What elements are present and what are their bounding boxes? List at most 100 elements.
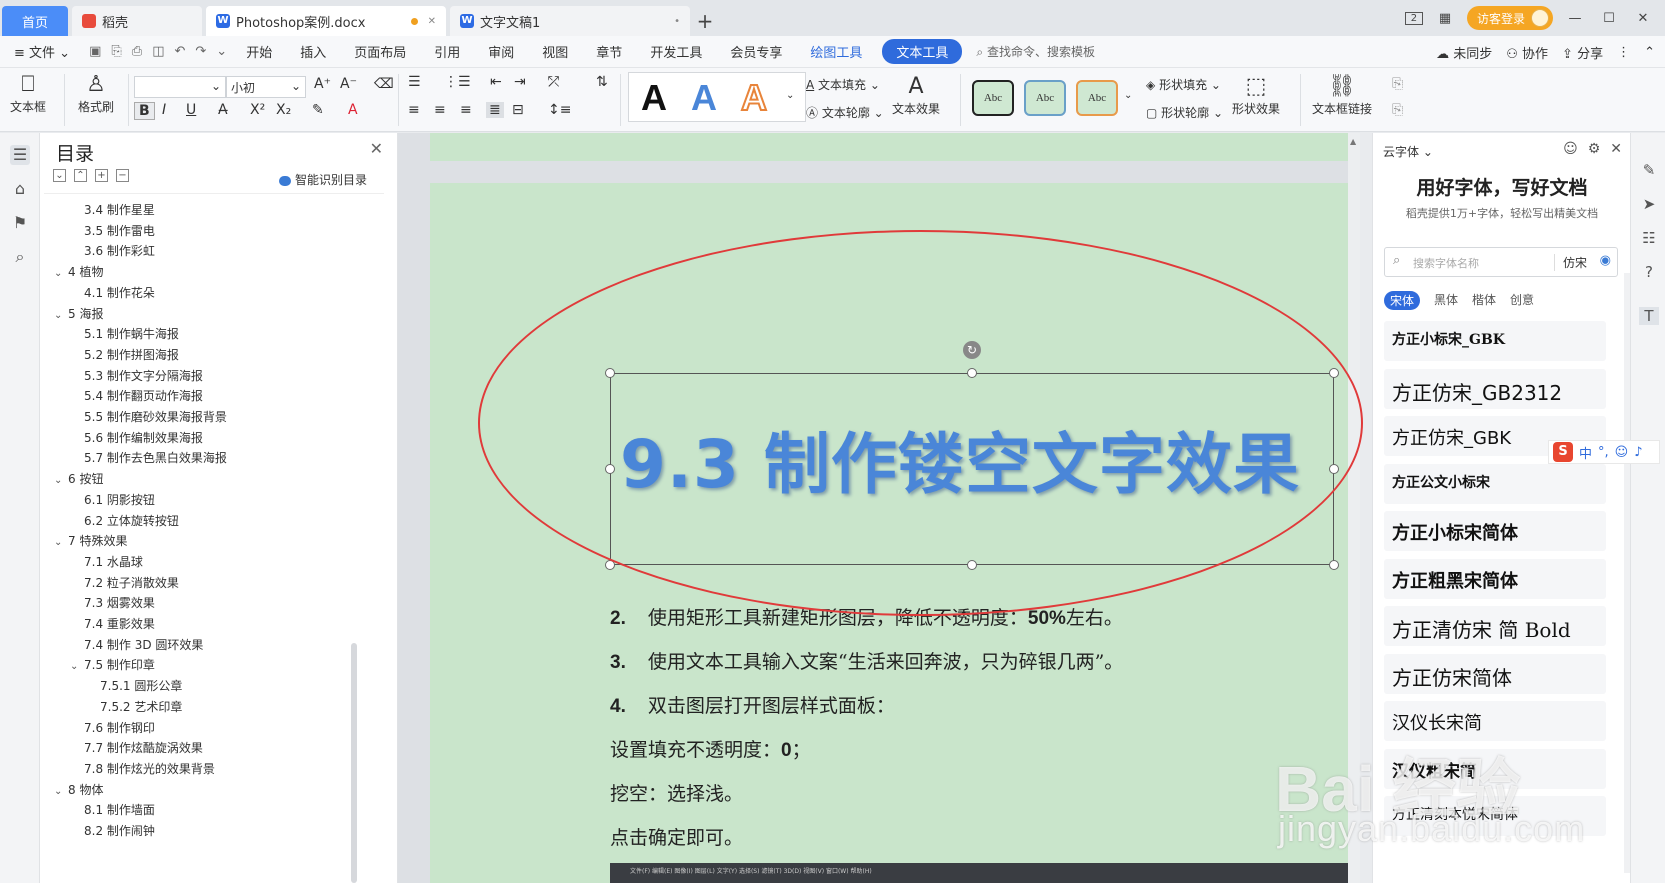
paragraph-5[interactable]: 设置填充不透明度：0；: [610, 735, 811, 762]
more-icon[interactable]: ⌄: [211, 44, 232, 59]
tab-docer[interactable]: 稻壳: [72, 6, 202, 36]
menu-draw-tool[interactable]: 绘图工具: [796, 42, 876, 61]
distribute-icon[interactable]: ⊟: [512, 102, 524, 118]
line-spacing-icon[interactable]: ↕≡: [548, 102, 571, 118]
underline-icon[interactable]: U: [186, 102, 196, 118]
back-link-icon[interactable]: ⎘: [1392, 102, 1403, 118]
shape-style-2[interactable]: Abc: [1024, 80, 1066, 116]
align-center-icon[interactable]: ≡: [434, 102, 446, 118]
paragraph-6[interactable]: 挖空：选择浅。: [610, 779, 743, 806]
scroll-up-icon[interactable]: ▲: [1350, 137, 1356, 146]
text-style-orange-outline[interactable]: A: [740, 76, 768, 119]
subscript-icon[interactable]: X₂: [276, 102, 291, 118]
text-outline-button[interactable]: Ⓐ 文本轮廓 ⌄: [806, 104, 884, 121]
resize-handle[interactable]: [605, 560, 615, 570]
toc-item[interactable]: 5.7 制作去色黑白效果海报: [70, 448, 227, 468]
rotate-icon[interactable]: ↻: [963, 341, 981, 359]
paragraph-3[interactable]: 3. 使用文本工具输入文案“生活来回奔波，只为碎银几两”。: [610, 647, 1123, 674]
numbered-list-icon[interactable]: ⋮☰: [444, 74, 471, 90]
guest-login-button[interactable]: 访客登录: [1466, 6, 1553, 30]
minimize-icon[interactable]: —: [1563, 11, 1587, 26]
resize-handle[interactable]: [1329, 464, 1339, 474]
toc-item[interactable]: 7.1 水晶球: [70, 552, 143, 572]
shape-fill-button[interactable]: ◈ 形状填充 ⌄: [1146, 76, 1221, 93]
toc-item[interactable]: 7.7 制作炫酷旋涡效果: [70, 738, 203, 758]
resize-handle[interactable]: [1329, 368, 1339, 378]
category-creative[interactable]: 创意: [1510, 291, 1534, 310]
toc-item[interactable]: 7.4 重影效果: [70, 614, 155, 634]
text-effect-button[interactable]: A 文本效果: [892, 74, 940, 117]
bullet-list-icon[interactable]: ☰: [408, 74, 421, 90]
text-icon[interactable]: T: [1639, 307, 1659, 325]
shape-style-1[interactable]: Abc: [972, 80, 1014, 116]
close-icon[interactable]: ✕: [370, 139, 383, 158]
grid-icon[interactable]: ▦: [1433, 11, 1457, 26]
toc-item[interactable]: 5.6 制作编制效果海报: [70, 428, 203, 448]
pen-icon[interactable]: ✎: [1639, 161, 1659, 179]
paragraph-2[interactable]: 2. 使用矩形工具新建矩形图层，降低不透明度：50%左右。: [610, 603, 1123, 630]
print-icon[interactable]: ⎙: [127, 44, 147, 59]
smart-toc-button[interactable]: 智能识别目录: [278, 171, 367, 188]
add-heading-icon[interactable]: +: [95, 169, 108, 182]
font-item[interactable]: 方正小标宋简体: [1384, 511, 1606, 551]
gear-icon[interactable]: ⚙: [1588, 141, 1601, 157]
toc-item[interactable]: 4.1 制作花朵: [70, 283, 155, 303]
shrink-font-icon[interactable]: A⁻: [340, 76, 357, 92]
menu-page-layout[interactable]: 页面布局: [340, 42, 420, 61]
menu-developer[interactable]: 开发工具: [636, 42, 716, 61]
command-search[interactable]: ⌕ 查找命令、搜索模板: [976, 43, 1095, 60]
text-direction-icon[interactable]: ⤱: [548, 74, 559, 90]
sync-button[interactable]: ☁ 未同步: [1436, 43, 1492, 62]
shape-style-more-icon[interactable]: ⌄: [1124, 90, 1132, 101]
toc-item[interactable]: ⌄ 4 植物: [54, 262, 103, 282]
font-item[interactable]: 方正小标宋_GBK: [1384, 321, 1606, 361]
resize-handle[interactable]: [1329, 560, 1339, 570]
text-style-blue[interactable]: A: [691, 77, 717, 119]
format-brush-button[interactable]: ♙ 格式刷: [78, 72, 114, 115]
textbox-button[interactable]: ⎕ 文本框: [10, 72, 46, 115]
resize-handle[interactable]: [967, 368, 977, 378]
toc-item[interactable]: 3.6 制作彩虹: [70, 241, 155, 261]
menu-member[interactable]: 会员专享: [716, 42, 796, 61]
menu-view[interactable]: 视图: [528, 42, 582, 61]
menu-start[interactable]: 开始: [232, 42, 286, 61]
collapse-all-icon[interactable]: ⌄: [53, 169, 66, 182]
save-icon[interactable]: ▣: [84, 44, 106, 59]
justify-icon[interactable]: ≣: [486, 102, 504, 118]
microphone-icon[interactable]: ♪: [1634, 445, 1642, 460]
clear-format-icon[interactable]: ⌫: [374, 76, 394, 92]
redo-icon[interactable]: ↷: [190, 44, 211, 59]
category-hei[interactable]: 黑体: [1434, 291, 1458, 310]
strikethrough-icon[interactable]: A̶: [218, 102, 228, 118]
chevron-down-icon[interactable]: ⌄: [54, 264, 68, 284]
expand-all-icon[interactable]: ⌃: [74, 169, 87, 182]
cloud-font-dropdown[interactable]: 云字体 ⌄: [1383, 143, 1433, 160]
textbox-link-button[interactable]: ⛓ 文本框链接: [1312, 74, 1372, 117]
forward-link-icon[interactable]: ⎘: [1392, 76, 1403, 92]
toc-item[interactable]: 7.4 制作 3D 圆环效果: [70, 635, 203, 655]
superscript-icon[interactable]: X²: [250, 102, 265, 118]
chat-icon[interactable]: ☺: [1563, 141, 1578, 157]
toc-item[interactable]: 8.2 制作闹钟: [70, 821, 155, 841]
font-item[interactable]: 方正仿宋_GB2312: [1384, 368, 1606, 409]
toc-item[interactable]: 3.4 制作星星: [70, 200, 155, 220]
preview-icon[interactable]: ◫: [147, 44, 169, 59]
punctuation-icon[interactable]: °,: [1598, 445, 1609, 460]
text-style-black[interactable]: A: [641, 77, 667, 119]
bold-icon[interactable]: B: [134, 102, 155, 120]
help-icon[interactable]: ?: [1639, 263, 1659, 281]
toc-item[interactable]: 7.6 制作钢印: [70, 718, 155, 738]
chevron-down-icon[interactable]: ⌄: [54, 533, 68, 553]
menu-insert[interactable]: 插入: [286, 42, 340, 61]
chevron-down-icon[interactable]: ⌄: [54, 782, 68, 802]
align-left-icon[interactable]: ≡: [408, 102, 420, 118]
font-item[interactable]: 方正清仿宋 简 Bold: [1384, 606, 1606, 646]
toc-item[interactable]: 8.1 制作墙面: [70, 800, 155, 820]
collab-button[interactable]: ⚇ 协作: [1506, 43, 1548, 62]
font-name-select[interactable]: ⌄: [134, 76, 226, 98]
maximize-icon[interactable]: ☐: [1597, 11, 1621, 26]
category-song[interactable]: 宋体: [1384, 291, 1421, 310]
close-icon[interactable]: ✕: [1610, 141, 1622, 157]
resize-handle[interactable]: [605, 368, 615, 378]
menu-references[interactable]: 引用: [420, 42, 474, 61]
